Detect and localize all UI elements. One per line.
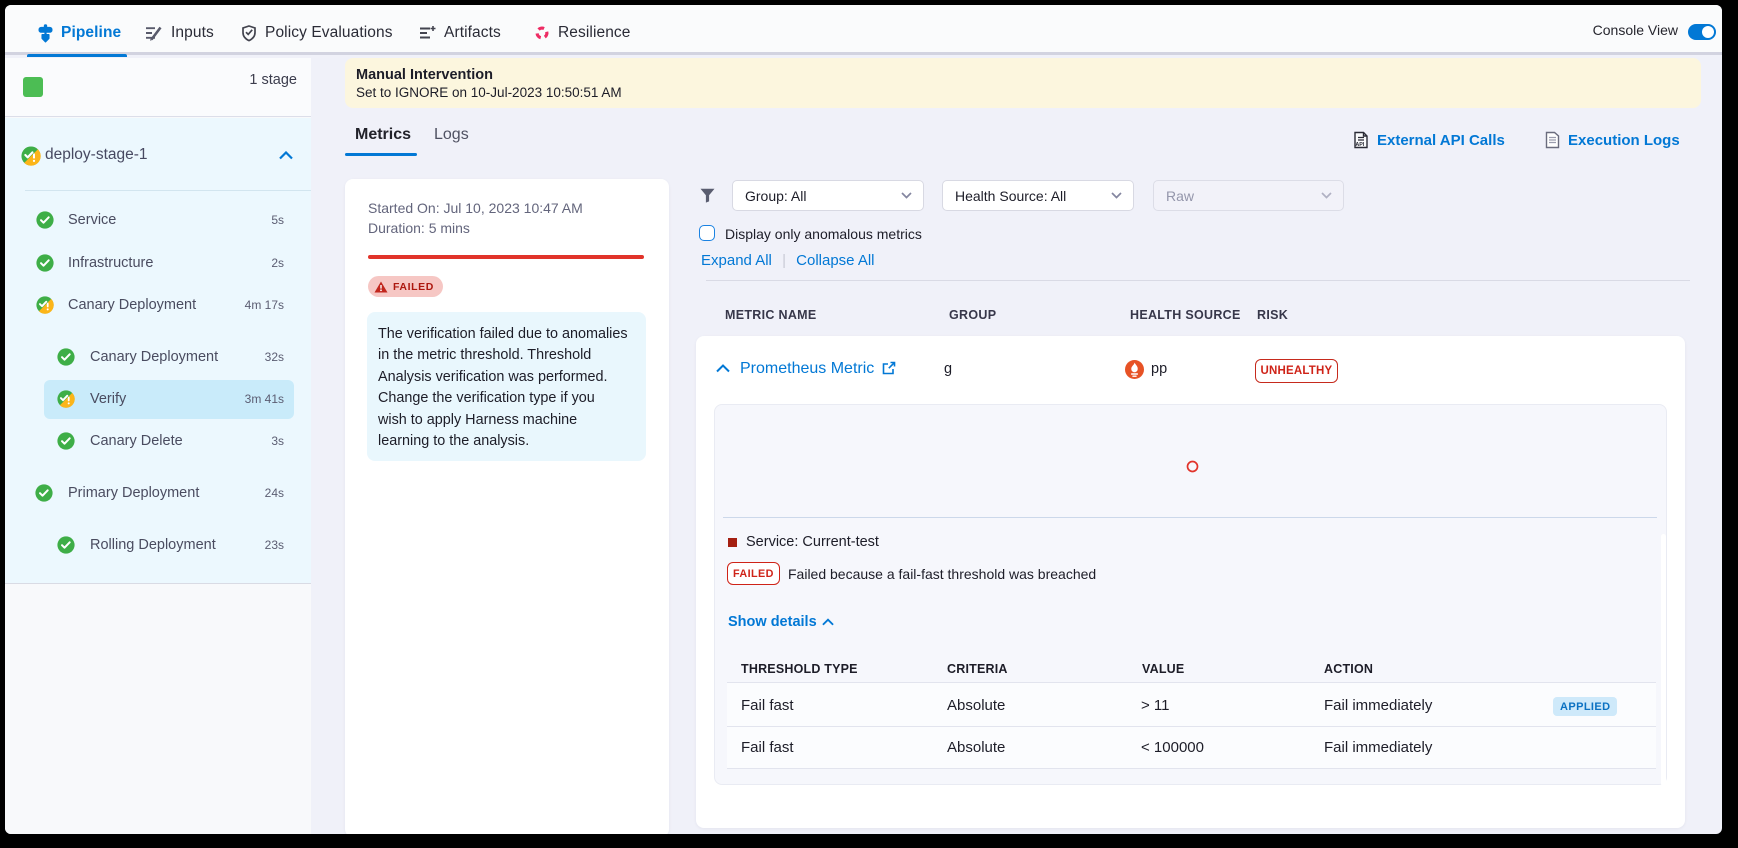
svg-text:API: API [1355,142,1364,148]
